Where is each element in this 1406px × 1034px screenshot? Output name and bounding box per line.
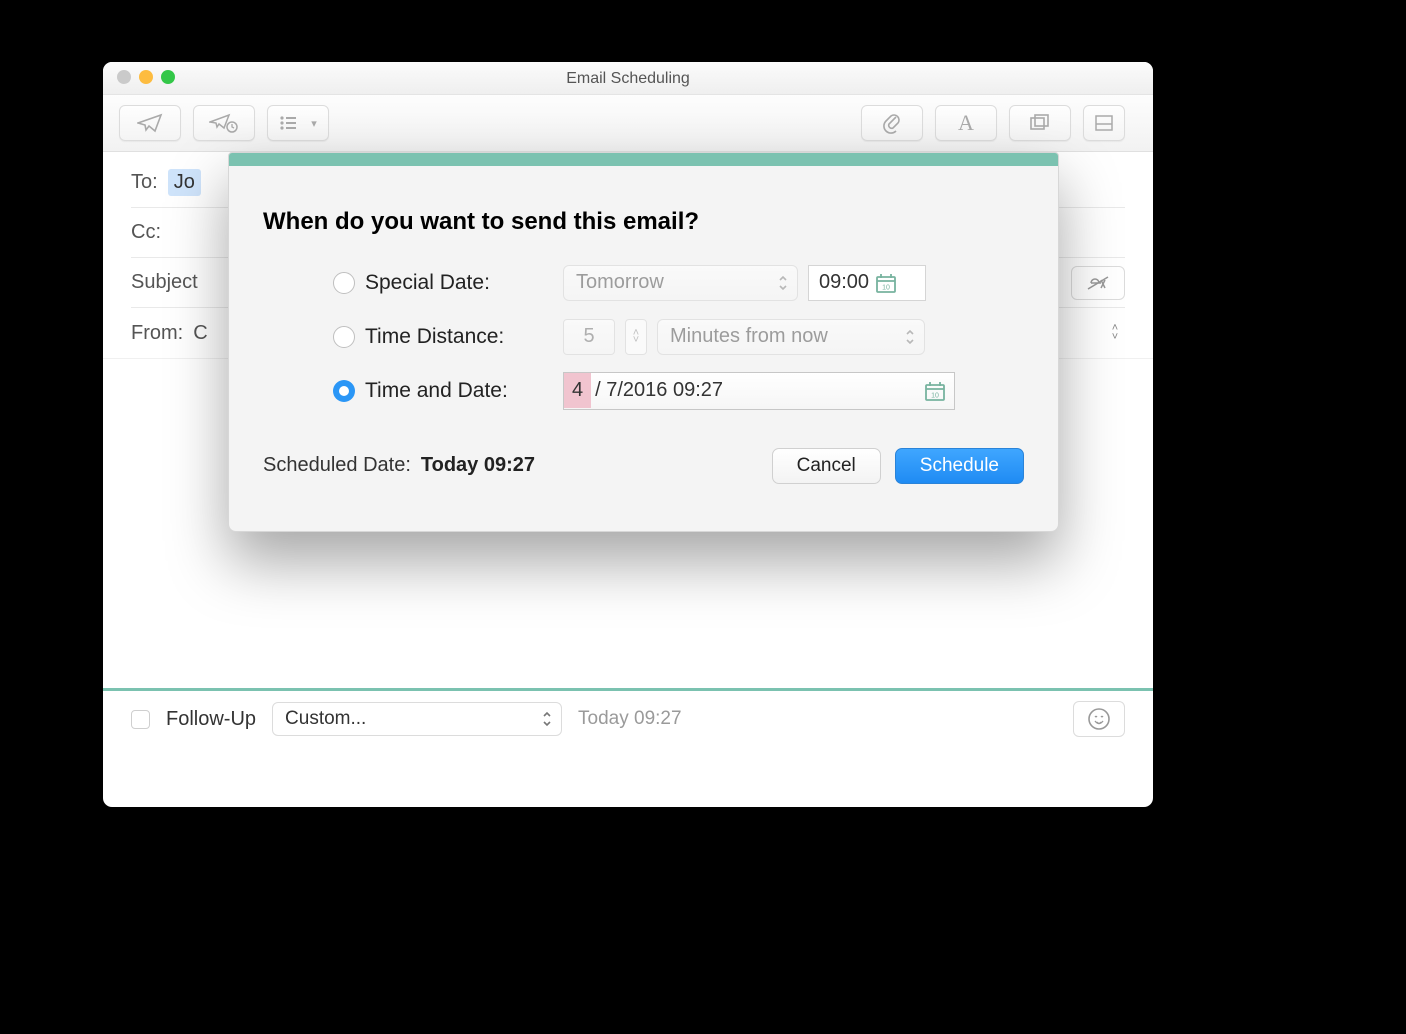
cc-label: Cc: bbox=[131, 221, 161, 244]
titlebar: Email Scheduling bbox=[103, 62, 1153, 95]
no-encryption-icon bbox=[1086, 274, 1110, 292]
calendar-icon[interactable]: 10 bbox=[924, 380, 946, 402]
minimize-window-button[interactable] bbox=[139, 70, 153, 84]
send-button[interactable] bbox=[119, 105, 181, 141]
footer-time-text: Today 09:27 bbox=[578, 708, 682, 730]
overlap-windows-icon bbox=[1029, 114, 1051, 132]
cancel-button[interactable]: Cancel bbox=[772, 448, 881, 484]
to-label: To: bbox=[131, 171, 158, 194]
from-label: From: bbox=[131, 322, 183, 345]
special-date-time-value: 09:00 bbox=[819, 271, 869, 294]
followup-select[interactable]: Custom... bbox=[272, 702, 562, 736]
letter-a-icon: A bbox=[958, 110, 974, 136]
time-distance-value[interactable]: 5 bbox=[563, 319, 615, 355]
followup-label: Follow-Up bbox=[166, 708, 256, 731]
special-date-select[interactable]: Tomorrow bbox=[563, 265, 798, 301]
close-window-button[interactable] bbox=[117, 70, 131, 84]
toolbar: ▾ A bbox=[103, 95, 1153, 152]
date-rest-segment[interactable]: / 7/2016 09:27 bbox=[591, 373, 727, 408]
panel-icon bbox=[1095, 115, 1113, 131]
radio-special-date[interactable] bbox=[333, 272, 355, 294]
format-button[interactable]: A bbox=[935, 105, 997, 141]
select-stepper-icon bbox=[904, 328, 916, 346]
paper-plane-clock-icon bbox=[209, 113, 239, 133]
time-distance-stepper[interactable]: ˄ ˅ bbox=[625, 319, 647, 355]
window-layout-button[interactable] bbox=[1009, 105, 1071, 141]
schedule-button[interactable]: Schedule bbox=[895, 448, 1024, 484]
followup-select-value: Custom... bbox=[285, 708, 366, 730]
to-recipient-chip[interactable]: Jo bbox=[168, 169, 201, 196]
subject-label: Subject bbox=[131, 271, 198, 294]
schedule-modal: When do you want to send this email? Spe… bbox=[228, 152, 1059, 532]
time-distance-units-select[interactable]: Minutes from now bbox=[657, 319, 925, 355]
paper-plane-icon bbox=[137, 113, 163, 133]
footer-bar: Follow-Up Custom... Today 09:27 bbox=[103, 691, 1153, 747]
emoji-picker-button[interactable] bbox=[1073, 701, 1125, 737]
list-icon bbox=[279, 115, 305, 131]
scheduled-date-value: Today 09:27 bbox=[421, 454, 535, 477]
time-distance-label: Time Distance: bbox=[365, 325, 504, 349]
panel-button[interactable] bbox=[1083, 105, 1125, 141]
select-stepper-icon bbox=[541, 710, 553, 728]
window-title: Email Scheduling bbox=[566, 70, 690, 87]
svg-text:10: 10 bbox=[931, 392, 939, 399]
radio-time-distance[interactable] bbox=[333, 326, 355, 348]
scheduled-date-label: Scheduled Date: bbox=[263, 454, 411, 477]
chevron-down-icon: ˅ bbox=[1105, 334, 1125, 341]
special-date-select-value: Tomorrow bbox=[576, 271, 664, 294]
emoji-icon bbox=[1087, 707, 1111, 731]
radio-time-and-date[interactable] bbox=[333, 380, 355, 402]
date-month-segment[interactable]: 4 bbox=[564, 373, 591, 408]
encryption-toggle-button[interactable] bbox=[1071, 266, 1125, 300]
special-date-time-input[interactable]: 09:00 10 bbox=[808, 265, 926, 301]
time-distance-units-value: Minutes from now bbox=[670, 325, 828, 348]
chevron-down-icon: ▾ bbox=[311, 117, 317, 130]
compose-window: Email Scheduling ▾ A bbox=[103, 62, 1153, 807]
from-value: C bbox=[193, 322, 207, 345]
special-date-label: Special Date: bbox=[365, 271, 490, 295]
chevron-down-icon: ˅ bbox=[626, 337, 646, 344]
zoom-window-button[interactable] bbox=[161, 70, 175, 84]
svg-text:10: 10 bbox=[882, 284, 890, 291]
list-options-button[interactable]: ▾ bbox=[267, 105, 329, 141]
calendar-icon: 10 bbox=[875, 272, 897, 294]
modal-heading: When do you want to send this email? bbox=[263, 208, 1024, 236]
followup-checkbox[interactable] bbox=[131, 710, 150, 729]
select-stepper-icon bbox=[777, 274, 789, 292]
from-account-stepper[interactable]: ˄ ˅ bbox=[1105, 318, 1125, 348]
time-and-date-input[interactable]: 4 / 7/2016 09:27 10 bbox=[563, 372, 955, 410]
time-and-date-label: Time and Date: bbox=[365, 379, 508, 403]
attach-button[interactable] bbox=[861, 105, 923, 141]
send-later-button[interactable] bbox=[193, 105, 255, 141]
paperclip-icon bbox=[882, 112, 902, 134]
